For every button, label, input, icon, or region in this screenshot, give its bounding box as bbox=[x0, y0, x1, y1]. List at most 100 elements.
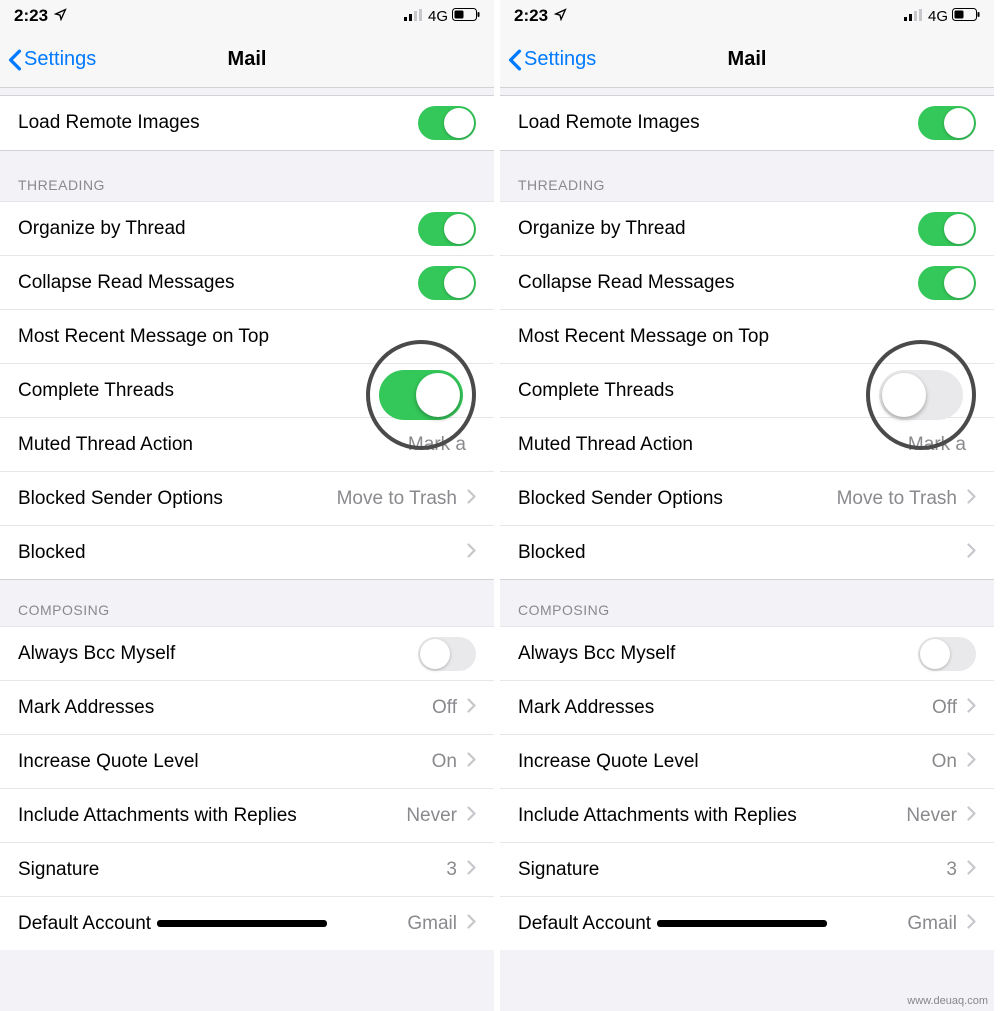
row-value: Gmail bbox=[907, 913, 957, 935]
back-button[interactable]: Settings bbox=[8, 48, 96, 71]
toggle-always-bcc[interactable] bbox=[918, 637, 976, 671]
row-mark-addresses[interactable]: Mark Addresses Off bbox=[0, 680, 494, 734]
row-label: Mark Addresses bbox=[518, 697, 932, 719]
chevron-right-icon bbox=[967, 488, 976, 510]
row-label: Always Bcc Myself bbox=[18, 643, 418, 665]
chevron-right-icon bbox=[967, 805, 976, 827]
row-label: Blocked Sender Options bbox=[518, 488, 837, 510]
row-default-account[interactable]: Default Account Gmail bbox=[0, 896, 494, 950]
network-label: 4G bbox=[928, 8, 948, 25]
settings-list: Load Remote Images THREADING Organize by… bbox=[500, 88, 994, 1011]
row-load-remote-images[interactable]: Load Remote Images bbox=[500, 96, 994, 150]
back-label: Settings bbox=[524, 48, 596, 71]
row-value: Off bbox=[932, 697, 957, 719]
row-blocked-sender-options[interactable]: Blocked Sender Options Move to Trash bbox=[0, 471, 494, 525]
row-value: Move to Trash bbox=[337, 488, 457, 510]
chevron-right-icon bbox=[467, 859, 476, 881]
row-muted-thread-action[interactable]: Muted Thread Action Mark a bbox=[0, 417, 494, 471]
chevron-right-icon bbox=[467, 751, 476, 773]
row-most-recent-on-top[interactable]: Most Recent Message on Top bbox=[500, 309, 994, 363]
row-blocked-sender-options[interactable]: Blocked Sender Options Move to Trash bbox=[500, 471, 994, 525]
chevron-right-icon bbox=[967, 697, 976, 719]
location-icon bbox=[54, 6, 67, 26]
section-header-threading: THREADING bbox=[0, 150, 494, 201]
row-load-remote-images[interactable]: Load Remote Images bbox=[0, 96, 494, 150]
back-button[interactable]: Settings bbox=[508, 48, 596, 71]
phone-right: 2:23 4G Settings Mail Load Remote Images bbox=[500, 0, 1000, 1011]
nav-bar: Settings Mail bbox=[500, 32, 994, 88]
section-header-threading: THREADING bbox=[500, 150, 994, 201]
chevron-right-icon bbox=[467, 913, 476, 935]
toggle-collapse-read[interactable] bbox=[918, 266, 976, 300]
row-value: 3 bbox=[946, 859, 957, 881]
row-include-attachments[interactable]: Include Attachments with Replies Never bbox=[0, 788, 494, 842]
watermark: www.deuaq.com bbox=[907, 995, 988, 1007]
battery-icon bbox=[452, 8, 480, 25]
row-label: Collapse Read Messages bbox=[18, 272, 418, 294]
row-label: Complete Threads bbox=[18, 380, 476, 402]
toggle-collapse-read[interactable] bbox=[418, 266, 476, 300]
row-increase-quote-level[interactable]: Increase Quote Level On bbox=[0, 734, 494, 788]
row-collapse-read-messages[interactable]: Collapse Read Messages bbox=[500, 255, 994, 309]
toggle-load-remote-images[interactable] bbox=[418, 106, 476, 140]
chevron-right-icon bbox=[467, 697, 476, 719]
row-blocked[interactable]: Blocked bbox=[0, 525, 494, 579]
chevron-right-icon bbox=[467, 542, 476, 564]
row-value: Off bbox=[432, 697, 457, 719]
row-signature[interactable]: Signature 3 bbox=[500, 842, 994, 896]
row-label: Muted Thread Action bbox=[518, 434, 908, 456]
phone-left: 2:23 4G Settings Mail Load Remote Images bbox=[0, 0, 500, 1011]
row-default-account[interactable]: Default Account Gmail bbox=[500, 896, 994, 950]
row-label: Blocked Sender Options bbox=[18, 488, 337, 510]
row-label: Blocked bbox=[18, 542, 467, 564]
chevron-right-icon bbox=[967, 751, 976, 773]
chevron-right-icon bbox=[967, 542, 976, 564]
redacted-bar bbox=[157, 920, 327, 927]
row-value: Mark a bbox=[408, 434, 466, 456]
status-bar: 2:23 4G bbox=[500, 0, 994, 32]
location-icon bbox=[554, 6, 567, 26]
row-mark-addresses[interactable]: Mark Addresses Off bbox=[500, 680, 994, 734]
row-value: 3 bbox=[446, 859, 457, 881]
battery-icon bbox=[952, 8, 980, 25]
row-signature[interactable]: Signature 3 bbox=[0, 842, 494, 896]
toggle-organize-by-thread[interactable] bbox=[918, 212, 976, 246]
settings-list: Load Remote Images THREADING Organize by… bbox=[0, 88, 494, 1011]
row-label: Signature bbox=[18, 859, 446, 881]
row-value: Never bbox=[406, 805, 457, 827]
row-label: Always Bcc Myself bbox=[518, 643, 918, 665]
toggle-load-remote-images[interactable] bbox=[918, 106, 976, 140]
row-label: Collapse Read Messages bbox=[518, 272, 918, 294]
row-label: Signature bbox=[518, 859, 946, 881]
nav-bar: Settings Mail bbox=[0, 32, 494, 88]
row-label: Organize by Thread bbox=[18, 218, 418, 240]
row-increase-quote-level[interactable]: Increase Quote Level On bbox=[500, 734, 994, 788]
row-label: Complete Threads bbox=[518, 380, 976, 402]
row-label: Include Attachments with Replies bbox=[518, 805, 906, 827]
row-always-bcc[interactable]: Always Bcc Myself bbox=[500, 626, 994, 680]
row-label: Default Account bbox=[518, 913, 907, 935]
row-label: Include Attachments with Replies bbox=[18, 805, 406, 827]
back-label: Settings bbox=[24, 48, 96, 71]
row-always-bcc[interactable]: Always Bcc Myself bbox=[0, 626, 494, 680]
section-header-composing: COMPOSING bbox=[0, 579, 494, 626]
row-most-recent-on-top[interactable]: Most Recent Message on Top bbox=[0, 309, 494, 363]
row-include-attachments[interactable]: Include Attachments with Replies Never bbox=[500, 788, 994, 842]
network-label: 4G bbox=[428, 8, 448, 25]
row-complete-threads[interactable]: Complete Threads bbox=[500, 363, 994, 417]
row-blocked[interactable]: Blocked bbox=[500, 525, 994, 579]
row-value: On bbox=[432, 751, 457, 773]
row-collapse-read-messages[interactable]: Collapse Read Messages bbox=[0, 255, 494, 309]
row-complete-threads[interactable]: Complete Threads bbox=[0, 363, 494, 417]
section-header-composing: COMPOSING bbox=[500, 579, 994, 626]
toggle-always-bcc[interactable] bbox=[418, 637, 476, 671]
row-label: Blocked bbox=[518, 542, 967, 564]
row-muted-thread-action[interactable]: Muted Thread Action Mark a bbox=[500, 417, 994, 471]
status-time: 2:23 bbox=[14, 6, 48, 26]
row-organize-by-thread[interactable]: Organize by Thread bbox=[0, 201, 494, 255]
status-time: 2:23 bbox=[514, 6, 548, 26]
status-bar: 2:23 4G bbox=[0, 0, 494, 32]
row-organize-by-thread[interactable]: Organize by Thread bbox=[500, 201, 994, 255]
toggle-organize-by-thread[interactable] bbox=[418, 212, 476, 246]
row-value: Gmail bbox=[407, 913, 457, 935]
